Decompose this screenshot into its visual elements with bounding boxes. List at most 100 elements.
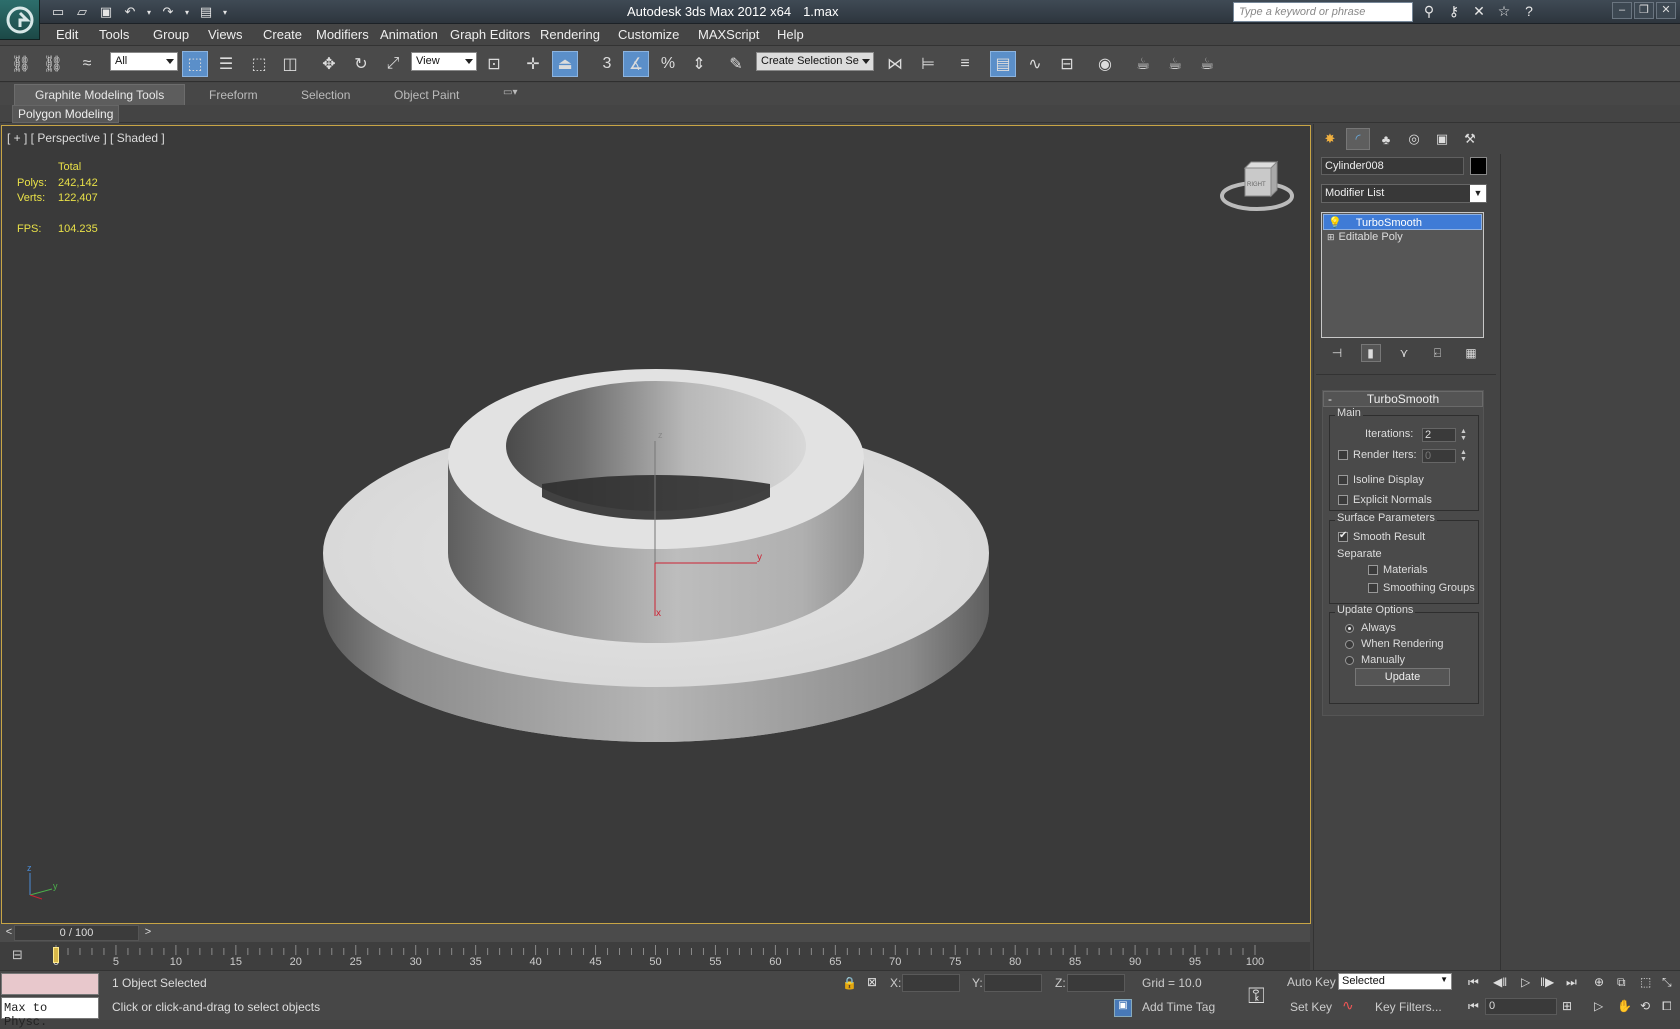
manually-radio[interactable] bbox=[1345, 656, 1354, 665]
configure-sets-icon[interactable]: ▦ bbox=[1461, 344, 1481, 362]
isoline-display-checkbox[interactable] bbox=[1338, 475, 1348, 485]
binoculars-icon[interactable]: ⚲ bbox=[1420, 3, 1438, 20]
select-manipulate-icon[interactable]: ✛ bbox=[520, 51, 546, 77]
material-editor-icon[interactable]: ◉ bbox=[1092, 51, 1118, 77]
stack-item-editable-poly[interactable]: ⊞ Editable Poly bbox=[1323, 230, 1482, 246]
select-scale-icon[interactable]: ⤢ bbox=[380, 51, 406, 77]
go-to-start-icon[interactable]: ⏮ bbox=[1468, 975, 1479, 990]
menu-edit[interactable]: Edit bbox=[56, 27, 78, 42]
remove-modifier-icon[interactable]: ⍇ bbox=[1428, 344, 1448, 362]
snaps-toggle-icon[interactable]: 3 bbox=[594, 51, 620, 77]
explicit-normals-checkbox[interactable] bbox=[1338, 495, 1348, 505]
time-slider-next-icon[interactable]: > bbox=[141, 926, 155, 940]
orbit-icon[interactable]: ⟲ bbox=[1640, 999, 1650, 1013]
trackbar[interactable]: ⊟ 05101520253035404550556065707580859095… bbox=[0, 942, 1310, 970]
close-icon[interactable]: ✕ bbox=[1656, 2, 1676, 19]
time-slider[interactable]: < 0 / 100 > bbox=[0, 924, 1310, 942]
tangent-icon[interactable]: ∿ bbox=[1342, 997, 1354, 1014]
key-mode-select[interactable]: Selected ▼ bbox=[1338, 973, 1452, 990]
curve-editor-icon[interactable]: ∿ bbox=[1022, 51, 1048, 77]
go-to-end-icon[interactable]: ⏭ bbox=[1566, 975, 1577, 990]
menu-modifiers[interactable]: Modifiers bbox=[316, 27, 369, 42]
align-icon[interactable]: ⊨ bbox=[915, 51, 941, 77]
select-move-icon[interactable]: ✥ bbox=[316, 51, 342, 77]
y-coord-input[interactable] bbox=[984, 974, 1042, 992]
named-selection-sets-select[interactable]: Create Selection Se bbox=[756, 52, 874, 71]
layer-manager-icon[interactable]: ≡ bbox=[952, 51, 978, 77]
smooth-result-checkbox[interactable] bbox=[1338, 530, 1348, 542]
percent-snap-icon[interactable]: % bbox=[655, 51, 681, 77]
add-time-tag[interactable]: Add Time Tag bbox=[1142, 1000, 1215, 1014]
open-file-icon[interactable]: ▱ bbox=[72, 3, 92, 21]
maxscript-listener-box[interactable] bbox=[1, 973, 99, 995]
zoom-extents-all-icon[interactable]: ⧉ bbox=[1617, 975, 1626, 990]
previous-frame-icon[interactable]: ◀‖ bbox=[1493, 975, 1507, 989]
set-key-mode-icon[interactable]: ⚿ bbox=[1248, 983, 1265, 1009]
perspective-viewport[interactable]: z y x [ + ] [ Perspective ] [ Shaded ] T… bbox=[1, 125, 1311, 924]
minimize-icon[interactable]: – bbox=[1612, 2, 1632, 19]
current-frame-field[interactable]: 0 bbox=[1485, 998, 1557, 1015]
redo-dropdown-icon[interactable]: ▾ bbox=[182, 3, 192, 21]
create-tab-icon[interactable]: ✸ bbox=[1318, 128, 1342, 150]
modifier-list-dropdown[interactable]: Modifier List ▼ bbox=[1321, 184, 1487, 203]
rollout-header[interactable]: - TurboSmooth bbox=[1323, 391, 1483, 407]
select-object-icon[interactable]: ⬚ bbox=[182, 51, 208, 77]
zoom-extents-icon[interactable]: ⊕ bbox=[1594, 975, 1604, 989]
materials-checkbox[interactable] bbox=[1368, 565, 1378, 575]
restore-icon[interactable]: ❐ bbox=[1634, 2, 1654, 19]
iterations-spinner[interactable]: 2 bbox=[1422, 428, 1456, 442]
time-tag-icon[interactable]: ▣ bbox=[1114, 999, 1132, 1017]
time-slider-thumb[interactable]: 0 / 100 bbox=[14, 925, 139, 941]
mirror-icon[interactable]: ⋈ bbox=[882, 51, 908, 77]
motion-tab-icon[interactable]: ◎ bbox=[1402, 128, 1426, 150]
viewport-label-menu[interactable]: [ + ] [ Perspective ] [ Shaded ] bbox=[7, 131, 165, 145]
polygon-modeling-panel[interactable]: Polygon Modeling bbox=[12, 105, 120, 123]
menu-graph-editors[interactable]: Graph Editors bbox=[450, 27, 530, 42]
pivot-center-icon[interactable]: ⊡ bbox=[481, 51, 507, 77]
unlink-icon[interactable]: ⛓ bbox=[40, 51, 66, 77]
tab-freeform[interactable]: Freeform bbox=[209, 88, 258, 102]
menu-tools[interactable]: Tools bbox=[99, 27, 129, 42]
pin-stack-icon[interactable]: ⊣ bbox=[1327, 344, 1347, 362]
spinner-arrows-icon[interactable]: ▲ ▼ bbox=[1459, 428, 1468, 442]
play-icon[interactable]: ▷ bbox=[1521, 975, 1530, 989]
maxscript-mini-listener[interactable]: Max to Physc. bbox=[1, 997, 99, 1029]
object-name-field[interactable]: Cylinder008 bbox=[1321, 157, 1464, 175]
project-folder-icon[interactable]: ▤ bbox=[196, 3, 216, 21]
lightbulb-icon[interactable]: 💡 bbox=[1328, 217, 1342, 229]
pan-view-icon[interactable]: ✋ bbox=[1617, 999, 1632, 1013]
render-iters-checkbox[interactable] bbox=[1338, 450, 1348, 460]
reference-coord-select[interactable]: View bbox=[411, 52, 477, 71]
cylinder-object[interactable]: z y x bbox=[2, 126, 1310, 923]
subscription-icon[interactable]: ⚷ bbox=[1445, 3, 1463, 20]
graphite-toggle-icon[interactable]: ▤ bbox=[990, 51, 1016, 77]
time-config-icon[interactable]: ⊞ bbox=[1562, 999, 1572, 1013]
selection-lock-icon[interactable]: 🔒 bbox=[842, 976, 857, 990]
app-logo-button[interactable] bbox=[0, 0, 40, 40]
spinner-snap-icon[interactable]: ⇕ bbox=[686, 51, 712, 77]
edit-named-selections-icon[interactable]: ✎ bbox=[723, 51, 749, 77]
window-crossing-icon[interactable]: ◫ bbox=[277, 51, 303, 77]
spinner-arrows-icon[interactable]: ▲ ▼ bbox=[1459, 449, 1468, 463]
utilities-tab-icon[interactable]: ⚒ bbox=[1458, 128, 1482, 150]
favorites-star-icon[interactable]: ☆ bbox=[1495, 3, 1513, 20]
search-input[interactable]: Type a keyword or phrase bbox=[1233, 2, 1413, 22]
show-end-result-icon[interactable]: ▮ bbox=[1360, 344, 1381, 362]
communication-icon[interactable]: ✕ bbox=[1470, 3, 1488, 20]
key-mode-toggle-icon[interactable]: ⏮ bbox=[1468, 999, 1479, 1014]
menu-create[interactable]: Create bbox=[263, 27, 302, 42]
menu-animation[interactable]: Animation bbox=[380, 27, 438, 42]
make-unique-icon[interactable]: ⋎ bbox=[1394, 344, 1414, 362]
new-file-icon[interactable]: ▭ bbox=[48, 3, 68, 21]
help-icon[interactable]: ? bbox=[1520, 3, 1538, 20]
maximize-toggle-icon[interactable]: ⧠ bbox=[1662, 999, 1672, 1014]
key-filters-button[interactable]: Key Filters... bbox=[1375, 1000, 1442, 1014]
render-setup-icon[interactable]: ☕ bbox=[1130, 51, 1156, 77]
ribbon-options-icon[interactable]: ▭▾ bbox=[503, 87, 517, 98]
object-color-swatch[interactable] bbox=[1470, 157, 1487, 175]
select-by-name-icon[interactable]: ☰ bbox=[213, 51, 239, 77]
always-radio[interactable] bbox=[1345, 624, 1354, 633]
tab-selection[interactable]: Selection bbox=[301, 88, 350, 102]
menu-group[interactable]: Group bbox=[153, 27, 189, 42]
zoom-region-icon[interactable]: ⬚ bbox=[1640, 975, 1651, 989]
